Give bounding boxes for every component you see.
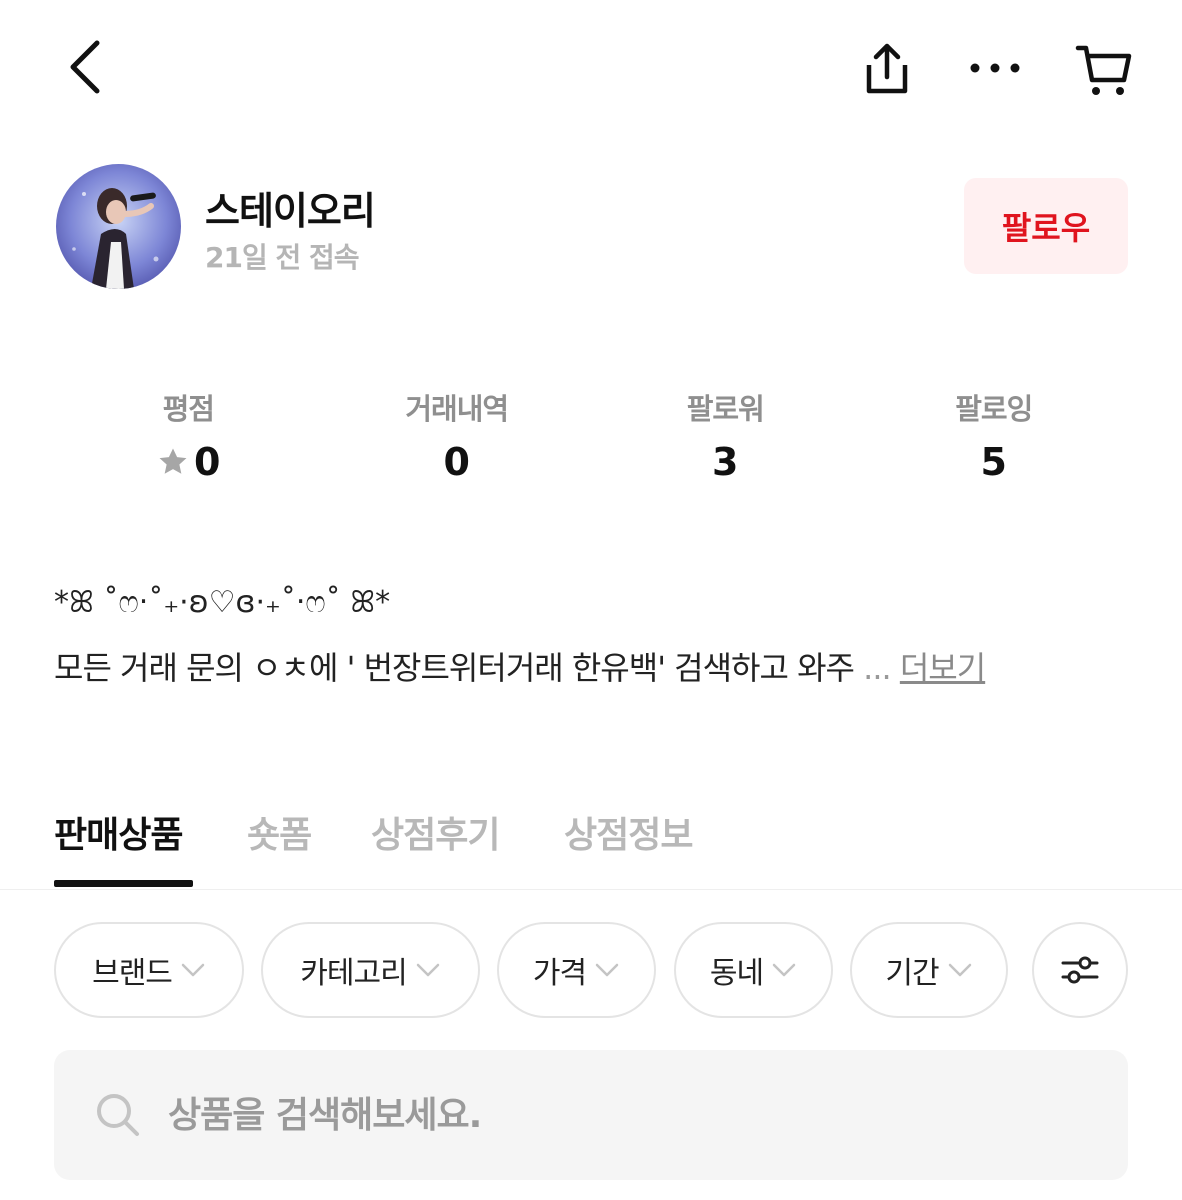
stats-row: 평점 0 거래내역 0 팔로워 3 팔로잉 5 bbox=[54, 386, 1128, 496]
stat-label: 팔로워 bbox=[686, 392, 765, 426]
more-horizontal-icon bbox=[970, 63, 1020, 73]
filter-brand[interactable]: 브랜드 bbox=[54, 922, 244, 1018]
stat-value-wrap: 0 bbox=[156, 440, 220, 484]
chevron-left-icon bbox=[70, 40, 100, 94]
chevron-down-icon bbox=[595, 963, 619, 977]
tab-shortform[interactable]: 숏폼 bbox=[247, 806, 312, 858]
bio-text: 모든 거래 문의 ㅇㅊ에 ' 번장트위터거래 한유백' 검색하고 와주 bbox=[54, 649, 855, 687]
filter-neighborhood[interactable]: 동네 bbox=[674, 922, 833, 1018]
filter-label: 동네 bbox=[709, 956, 764, 991]
search-icon bbox=[97, 1094, 139, 1136]
share-icon bbox=[866, 43, 908, 94]
chevron-down-icon bbox=[416, 963, 439, 977]
star-icon bbox=[159, 448, 187, 474]
back-button[interactable] bbox=[50, 30, 120, 104]
shop-tabs: 판매상품 숏폼 상점후기 상점정보 bbox=[0, 800, 1182, 890]
share-button[interactable] bbox=[850, 34, 924, 104]
stat-rating[interactable]: 평점 0 bbox=[54, 386, 323, 496]
last-seen-text: 21일 전 접속 bbox=[205, 241, 360, 274]
filter-label: 브랜드 bbox=[92, 956, 173, 991]
bio-ellipsis: ... bbox=[863, 649, 891, 687]
tab-reviews[interactable]: 상점후기 bbox=[371, 806, 500, 858]
filter-label: 기간 bbox=[885, 956, 939, 991]
filter-settings-button[interactable] bbox=[1032, 922, 1128, 1018]
stat-label: 평점 bbox=[162, 392, 215, 426]
profile-section: 스테이오리 21일 전 접속 팔로우 bbox=[0, 150, 1182, 300]
filter-price[interactable]: 가격 bbox=[497, 922, 656, 1018]
cart-icon bbox=[1075, 45, 1132, 95]
sliders-icon bbox=[1061, 956, 1099, 984]
stat-value: 3 bbox=[712, 440, 739, 484]
follow-button[interactable]: 팔로우 bbox=[964, 178, 1128, 274]
bio-decoration: *ꕤ ˚ෆ‧˚₊·ʚ♡ɞ·₊˚‧ෆ˚ ꕤ* bbox=[54, 585, 391, 620]
filter-label: 가격 bbox=[532, 956, 587, 991]
more-button[interactable] bbox=[958, 40, 1032, 96]
chevron-down-icon bbox=[772, 963, 796, 977]
stat-value: 0 bbox=[443, 440, 470, 484]
tab-shop-info[interactable]: 상점정보 bbox=[564, 806, 693, 858]
stat-value: 0 bbox=[194, 440, 221, 484]
filter-bar: 브랜드 카테고리 가격 동네 기간 bbox=[0, 922, 1182, 1018]
avatar[interactable] bbox=[56, 164, 181, 289]
bio-text-line: 모든 거래 문의 ㅇㅊ에 ' 번장트위터거래 한유백' 검색하고 와주 ... … bbox=[54, 643, 1154, 689]
stat-following[interactable]: 팔로잉 5 bbox=[860, 386, 1129, 496]
stat-followers[interactable]: 팔로워 3 bbox=[591, 386, 860, 496]
top-bar bbox=[0, 0, 1182, 140]
stat-transactions[interactable]: 거래내역 0 bbox=[323, 386, 592, 496]
stat-value: 5 bbox=[980, 440, 1007, 484]
stat-label: 거래내역 bbox=[405, 392, 509, 426]
chevron-down-icon bbox=[948, 963, 971, 977]
cart-button[interactable] bbox=[1066, 34, 1140, 104]
tab-products[interactable]: 판매상품 bbox=[54, 806, 183, 858]
filter-period[interactable]: 기간 bbox=[850, 922, 1008, 1018]
filter-label: 카테고리 bbox=[300, 956, 407, 991]
active-tab-indicator bbox=[54, 880, 193, 887]
shop-bio: *ꕤ ˚ෆ‧˚₊·ʚ♡ɞ·₊˚‧ෆ˚ ꕤ* 모든 거래 문의 ㅇㅊ에 ' 번장트… bbox=[54, 585, 1154, 689]
search-input[interactable] bbox=[168, 1094, 1048, 1136]
stat-label: 팔로잉 bbox=[955, 392, 1033, 426]
chevron-down-icon bbox=[181, 963, 205, 977]
bio-more-link[interactable]: 더보기 bbox=[900, 649, 986, 687]
filter-category[interactable]: 카테고리 bbox=[261, 922, 480, 1018]
singer-with-microphone-photo bbox=[56, 164, 181, 289]
product-search-bar[interactable] bbox=[54, 1050, 1128, 1180]
shop-name: 스테이오리 bbox=[205, 189, 376, 233]
